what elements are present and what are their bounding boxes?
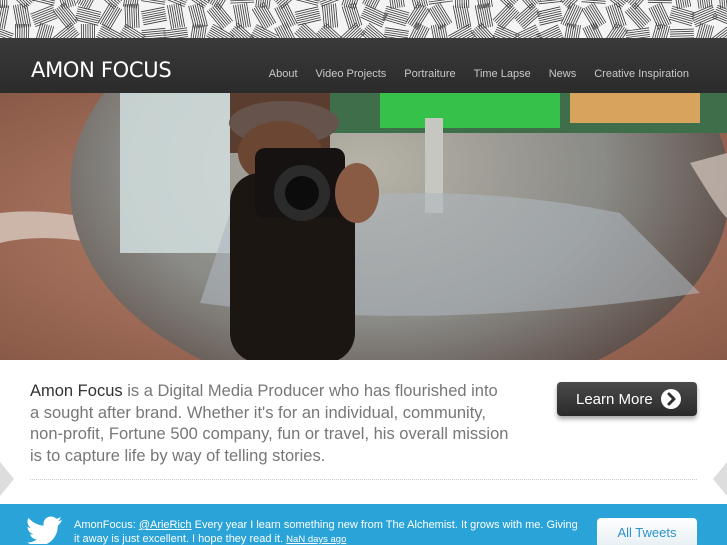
nav-item-time-lapse[interactable]: Time Lapse	[474, 68, 531, 80]
left-arrow-decoration	[0, 462, 14, 496]
learn-more-label: Learn More	[576, 390, 653, 408]
site-header: AMON FOCUS About Video Projects Portrait…	[0, 38, 727, 93]
right-arrow-decoration	[713, 462, 727, 496]
tweet-mention-link[interactable]: @ArieRich	[139, 519, 192, 531]
tweet-bar: AmonFocus: @ArieRich Every year I learn …	[0, 504, 727, 545]
intro-brand: Amon Focus	[30, 382, 123, 400]
chevron-right-icon	[661, 389, 681, 409]
hatch-pattern-banner	[0, 0, 727, 38]
main-nav: About Video Projects Portraiture Time La…	[269, 68, 689, 80]
all-tweets-button[interactable]: All Tweets	[597, 518, 697, 545]
tweet-author: AmonFocus:	[74, 519, 139, 531]
nav-item-portraiture[interactable]: Portraiture	[404, 68, 455, 80]
site-logo[interactable]: AMON FOCUS	[31, 58, 172, 82]
twitter-bird-icon	[27, 516, 62, 544]
latest-tweet: AmonFocus: @ArieRich Every year I learn …	[74, 518, 584, 545]
hero-image	[0, 93, 727, 360]
dotted-divider	[30, 479, 697, 480]
learn-more-button[interactable]: Learn More	[557, 382, 697, 416]
intro-paragraph: Amon Focus is a Digital Media Producer w…	[30, 381, 510, 467]
nav-item-about[interactable]: About	[269, 68, 298, 80]
page: AMON FOCUS About Video Projects Portrait…	[0, 0, 727, 545]
nav-item-news[interactable]: News	[549, 68, 577, 80]
nav-item-video-projects[interactable]: Video Projects	[316, 68, 387, 80]
nav-item-creative-inspiration[interactable]: Creative Inspiration	[594, 68, 689, 80]
tweet-time-link[interactable]: NaN days ago	[286, 534, 346, 545]
